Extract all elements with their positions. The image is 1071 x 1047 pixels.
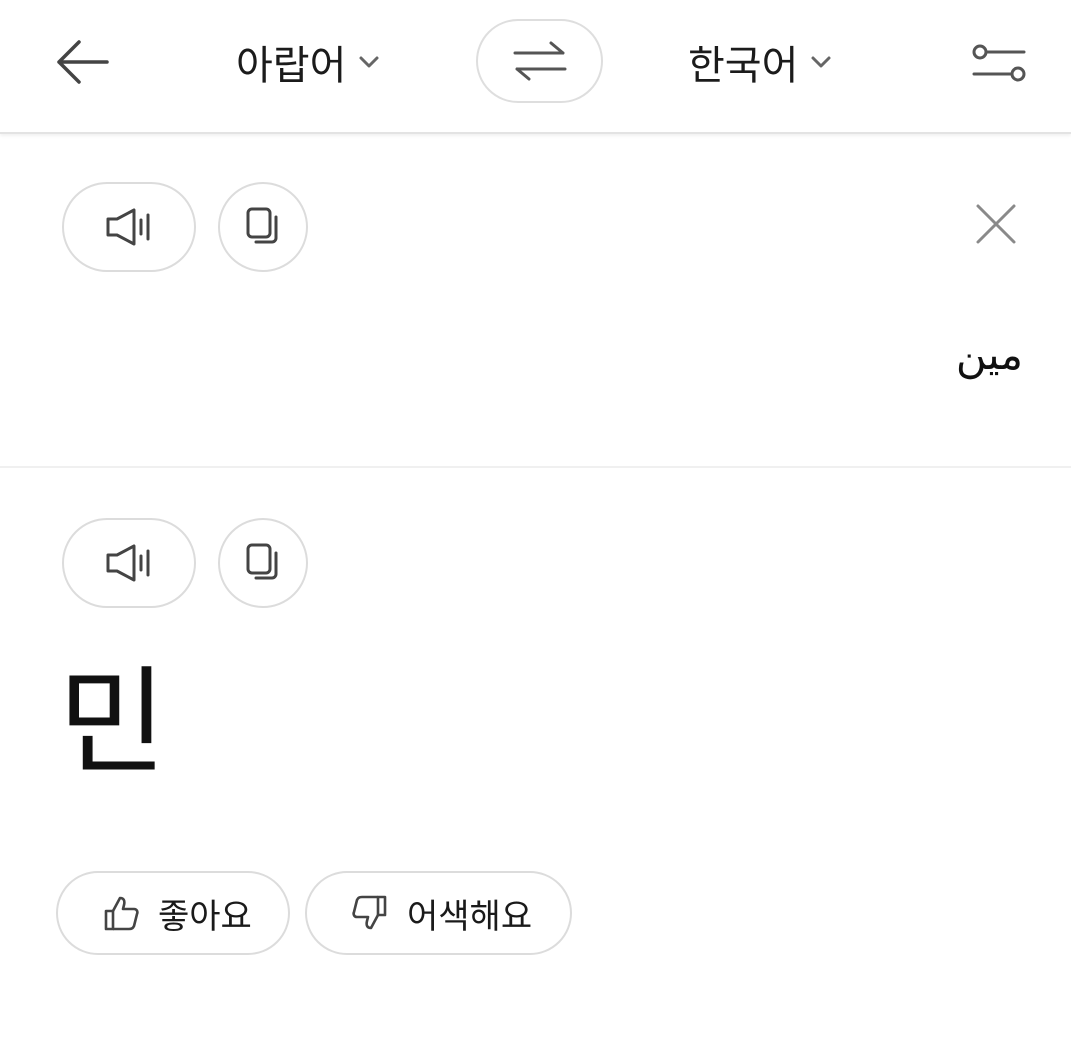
sliders-icon xyxy=(972,44,1026,82)
chevron-down-icon xyxy=(810,55,832,69)
speaker-icon xyxy=(106,208,150,246)
settings-button[interactable] xyxy=(966,36,1032,90)
source-panel: مين xyxy=(0,134,1071,468)
speaker-icon xyxy=(106,544,150,582)
arrow-left-icon xyxy=(57,40,109,84)
clear-button[interactable] xyxy=(970,198,1022,250)
result-panel: 민 좋아요 어색해요 xyxy=(0,468,1071,1047)
dislike-button[interactable]: 어색해요 xyxy=(305,871,572,955)
chevron-down-icon xyxy=(358,55,380,69)
source-language-select[interactable]: 아랍어 xyxy=(236,30,380,94)
source-speak-button[interactable] xyxy=(62,182,196,272)
dislike-label: 어색해요 xyxy=(407,896,533,937)
thumbs-up-icon xyxy=(102,894,140,932)
back-button[interactable] xyxy=(48,32,114,92)
swap-arrows-icon xyxy=(513,41,566,81)
copy-icon xyxy=(246,207,278,244)
top-bar: 아랍어 한국어 xyxy=(0,0,1071,134)
result-speak-button[interactable] xyxy=(62,518,196,608)
source-text[interactable]: مين xyxy=(956,330,1023,379)
swap-languages-button[interactable] xyxy=(476,19,603,103)
target-language-select[interactable]: 한국어 xyxy=(688,30,832,94)
close-icon xyxy=(976,204,1016,244)
source-language-label: 아랍어 xyxy=(236,43,347,89)
target-language-label: 한국어 xyxy=(688,43,799,89)
translation-result: 민 xyxy=(58,654,167,792)
source-copy-button[interactable] xyxy=(218,182,308,272)
like-button[interactable]: 좋아요 xyxy=(56,871,290,955)
result-copy-button[interactable] xyxy=(218,518,308,608)
copy-icon xyxy=(246,543,278,580)
like-label: 좋아요 xyxy=(158,896,252,937)
thumbs-down-icon xyxy=(351,894,389,932)
